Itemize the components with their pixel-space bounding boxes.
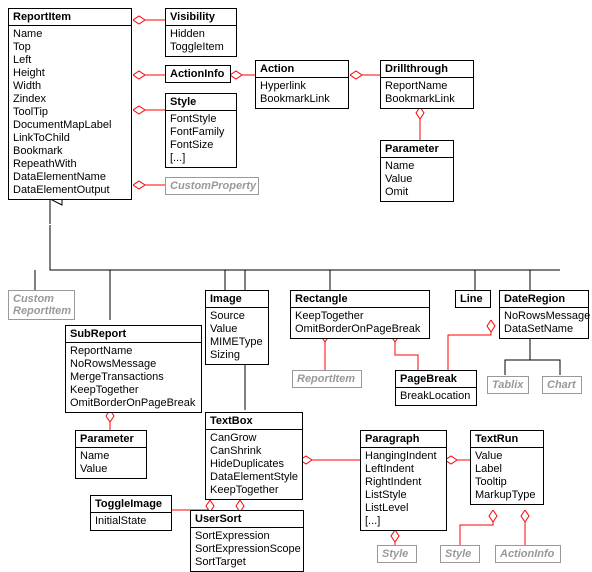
class-attrs: SourceValueMIMETypeSizing xyxy=(206,308,268,364)
class-dateregion: DateRegion NoRowsMessageDataSetName xyxy=(499,290,589,339)
class-attrs: NameValueOmit xyxy=(381,158,453,201)
class-attrs: BreakLocation xyxy=(396,388,476,405)
class-textbox: TextBox CanGrowCanShrinkHideDuplicatesDa… xyxy=(205,412,303,500)
class-subreport: SubReport ReportNameNoRowsMessageMergeTr… xyxy=(65,325,202,413)
class-attrs: NameValue xyxy=(76,448,146,478)
class-attrs: HyperlinkBookmarkLink xyxy=(256,78,348,108)
class-attrs: KeepTogetherOmitBorderOnPageBreak xyxy=(291,308,429,338)
class-attrs: NoRowsMessageDataSetName xyxy=(500,308,588,338)
class-title: Image xyxy=(206,291,268,308)
class-pagebreak: PageBreak BreakLocation xyxy=(395,370,477,406)
class-actioninfo: ActionInfo xyxy=(165,65,231,83)
class-attrs: HangingIndentLeftIndentRightIndentListSt… xyxy=(361,448,446,530)
class-title: Custom ReportItem xyxy=(9,291,74,319)
class-tablix: Tablix xyxy=(487,376,529,394)
class-title: SubReport xyxy=(66,326,201,343)
class-style: Style FontStyleFontFamilyFontSize[...] xyxy=(165,93,237,168)
class-paragraph: Paragraph HangingIndentLeftIndentRightIn… xyxy=(360,430,447,531)
class-title: Action xyxy=(256,61,348,78)
class-attrs: InitialState xyxy=(91,513,171,530)
class-attrs: ReportNameBookmarkLink xyxy=(381,78,473,108)
class-visibility: Visibility HiddenToggleItem xyxy=(165,8,237,57)
class-attrs: NameTopLeftHeightWidthZindexToolTipDocum… xyxy=(9,26,131,199)
class-title: ActionInfo xyxy=(166,66,230,82)
class-chart: Chart xyxy=(542,376,582,394)
class-title: Style xyxy=(378,546,416,562)
class-title: TextBox xyxy=(206,413,302,430)
class-title: Line xyxy=(456,291,490,307)
class-usersort: UserSort SortExpressionSortExpressionSco… xyxy=(190,510,304,572)
class-title: Tablix xyxy=(488,377,528,393)
class-rectangle: Rectangle KeepTogetherOmitBorderOnPageBr… xyxy=(290,290,430,339)
class-title: Paragraph xyxy=(361,431,446,448)
class-attrs: CanGrowCanShrinkHideDuplicatesDataElemen… xyxy=(206,430,302,499)
class-title: UserSort xyxy=(191,511,303,528)
class-attrs: HiddenToggleItem xyxy=(166,26,236,56)
class-title: Style xyxy=(441,546,479,562)
class-title: ActionInfo xyxy=(496,546,560,562)
class-style-ref2: Style xyxy=(440,545,480,563)
class-title: Rectangle xyxy=(291,291,429,308)
class-title: TextRun xyxy=(471,431,543,448)
class-title: Chart xyxy=(543,377,581,393)
class-customproperty: CustomProperty xyxy=(165,177,259,195)
class-attrs: ValueLabelTooltipMarkupType xyxy=(471,448,543,504)
class-customreportitem: Custom ReportItem xyxy=(8,290,75,320)
class-title: Visibility xyxy=(166,9,236,26)
class-textrun: TextRun ValueLabelTooltipMarkupType xyxy=(470,430,544,505)
class-title: Style xyxy=(166,94,236,111)
class-toggleimage: ToggleImage InitialState xyxy=(90,495,172,531)
class-title: Parameter xyxy=(76,431,146,448)
class-reportitem-ref: ReportItem xyxy=(292,370,362,388)
class-reportitem: ReportItem NameTopLeftHeightWidthZindexT… xyxy=(8,8,132,200)
class-title: Parameter xyxy=(381,141,453,158)
class-title: ToggleImage xyxy=(91,496,171,513)
class-attrs: SortExpressionSortExpressionScopeSortTar… xyxy=(191,528,303,571)
class-action: Action HyperlinkBookmarkLink xyxy=(255,60,349,109)
class-title: ReportItem xyxy=(293,371,361,387)
class-title: Drillthrough xyxy=(381,61,473,78)
class-style-ref1: Style xyxy=(377,545,417,563)
class-parameter-drill: Parameter NameValueOmit xyxy=(380,140,454,202)
class-title: DateRegion xyxy=(500,291,588,308)
class-actioninfo-ref: ActionInfo xyxy=(495,545,561,563)
class-attrs: FontStyleFontFamilyFontSize[...] xyxy=(166,111,236,167)
class-image: Image SourceValueMIMETypeSizing xyxy=(205,290,269,365)
class-parameter-sub: Parameter NameValue xyxy=(75,430,147,479)
class-attrs: ReportNameNoRowsMessageMergeTransactions… xyxy=(66,343,201,412)
class-title: ReportItem xyxy=(9,9,131,26)
class-line: Line xyxy=(455,290,491,308)
class-title: CustomProperty xyxy=(166,178,258,194)
class-title: PageBreak xyxy=(396,371,476,388)
class-drillthrough: Drillthrough ReportNameBookmarkLink xyxy=(380,60,474,109)
